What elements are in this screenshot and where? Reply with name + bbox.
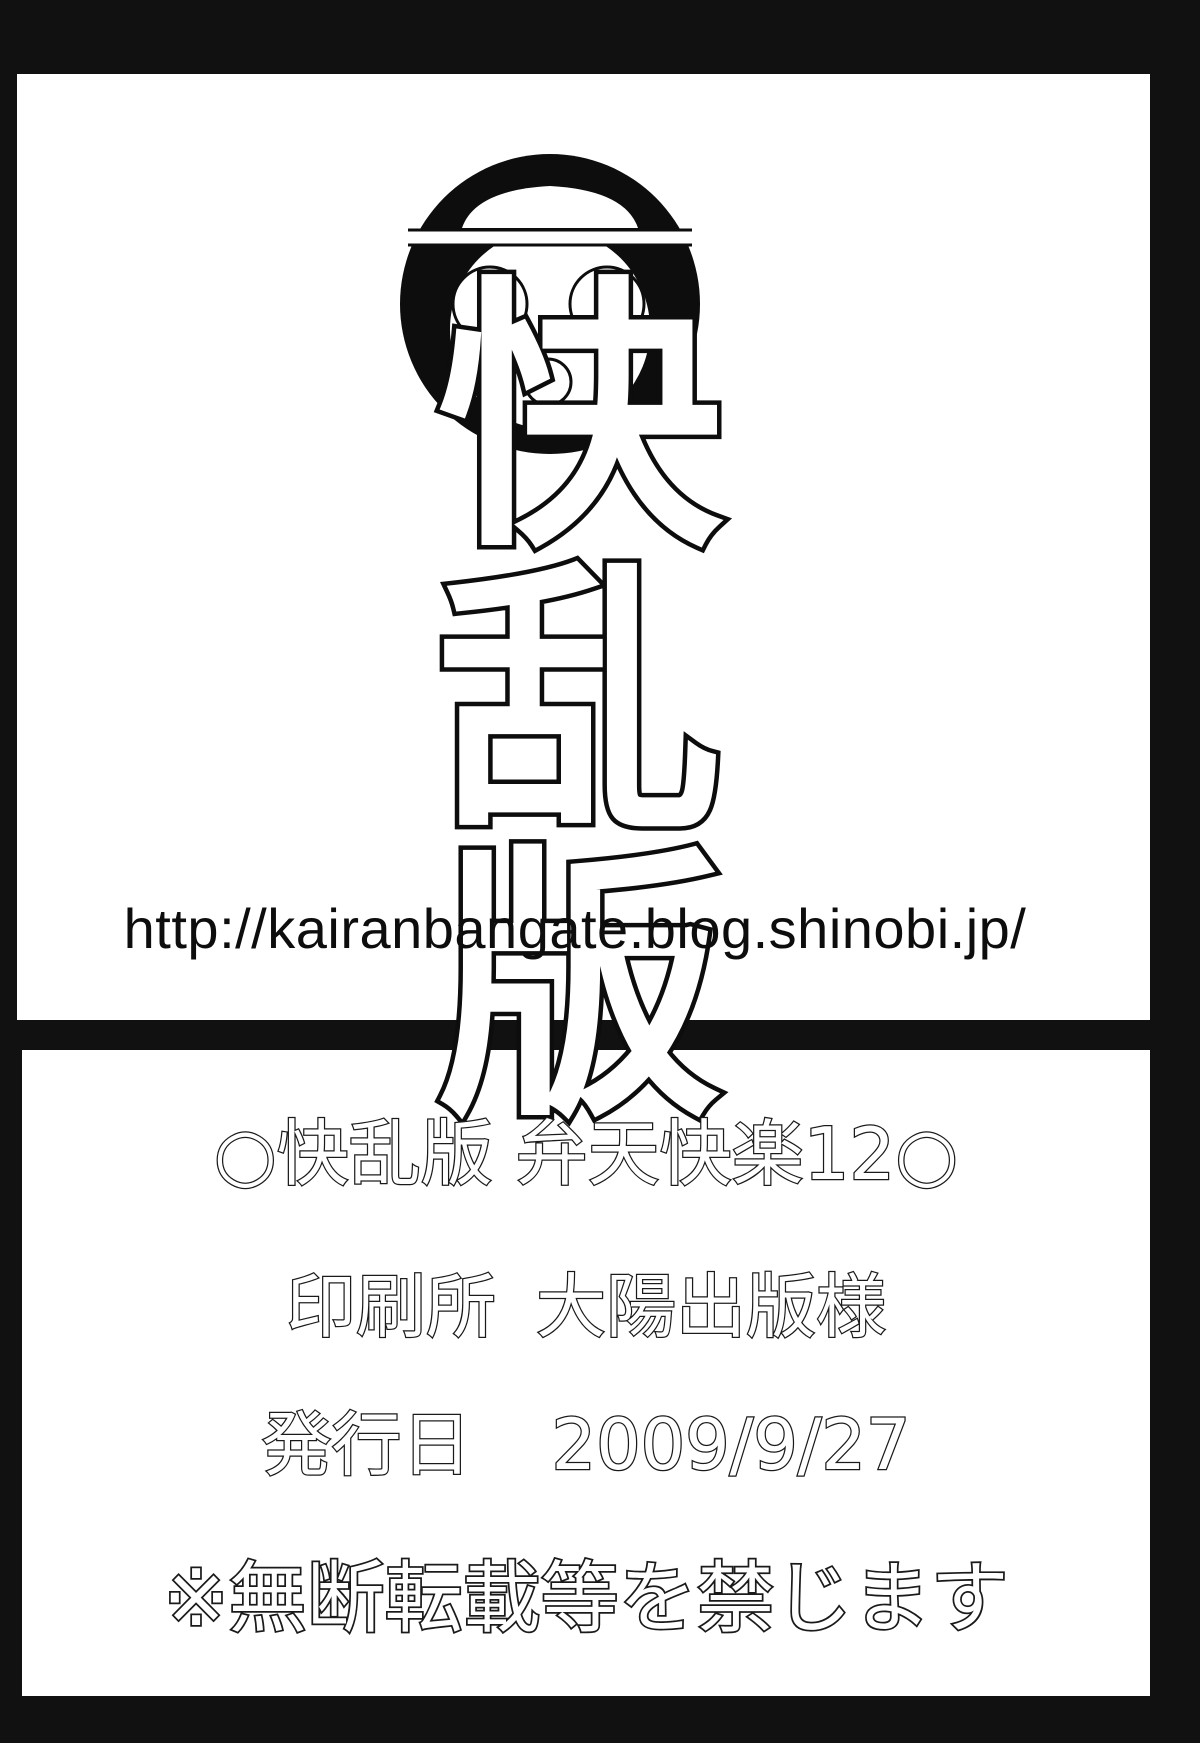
publish-date-line: 発行日 2009/9/27 xyxy=(22,1409,1150,1482)
circle-title: 快乱版 xyxy=(20,273,1140,1137)
book-title: 快乱版 弁天快楽12 xyxy=(275,1112,896,1196)
printer-label: 印刷所 xyxy=(285,1266,498,1348)
title-right-circle: ○ xyxy=(894,1112,959,1196)
publish-date-label: 発行日 xyxy=(260,1404,473,1486)
title-left-circle: ○ xyxy=(213,1112,278,1196)
circle-title-text: 快乱版 xyxy=(433,253,727,1156)
printer-value: 大陽出版様 xyxy=(535,1266,888,1348)
reproduction-notice: ※無断転載等を禁じます xyxy=(162,1554,1011,1644)
book-title-line: ○快乱版 弁天快楽12○ xyxy=(22,1117,1150,1192)
back-cover-page: 快乱版 http://kairanbangate.blog.shinobi.jp… xyxy=(0,0,1200,1743)
publish-date-value: 2009/9/27 xyxy=(550,1404,911,1486)
website-url: http://kairanbangate.blog.shinobi.jp/ xyxy=(123,897,1027,960)
printer-line: 印刷所 大陽出版様 xyxy=(22,1271,1150,1344)
